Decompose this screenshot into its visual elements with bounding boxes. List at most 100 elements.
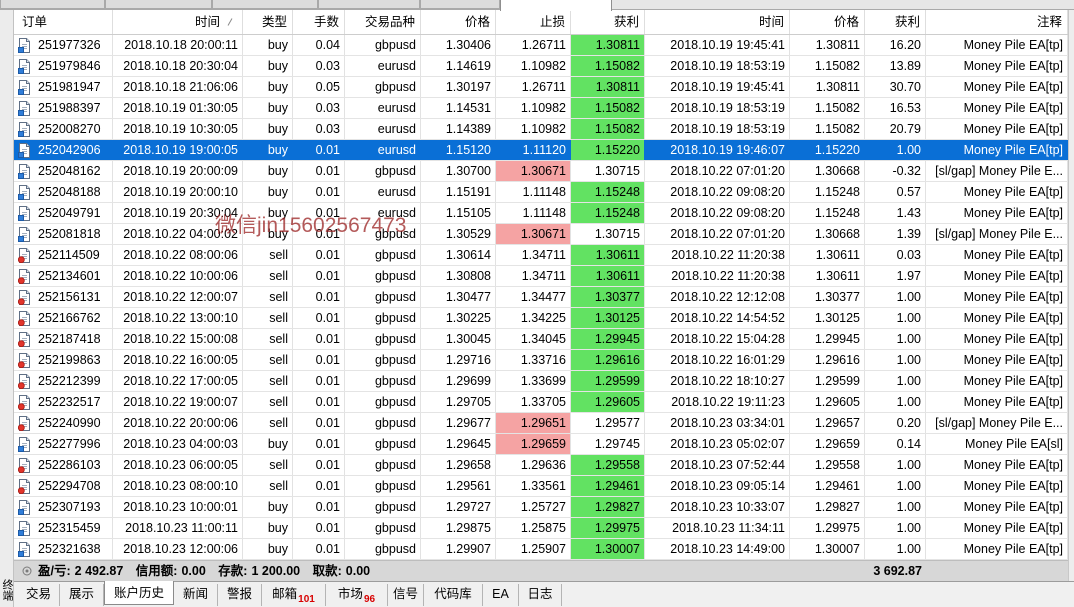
market-count-badge: 96 [363,594,376,605]
history-row[interactable]: 252114509 2018.10.22 08:00:06 sell 0.01 gbpu… [14,245,1068,266]
open-price-cell: 1.29875 [421,518,496,538]
column-header-symbol[interactable]: 交易品种 [345,10,421,34]
order-type-cell: sell [243,329,293,349]
profit-cell: 0.03 [865,245,926,265]
column-header-comment[interactable]: 注释 [926,10,1068,34]
chart-tab[interactable] [0,0,105,9]
tab-exposure[interactable]: 展示 [60,584,104,606]
close-time-cell: 2018.10.22 16:01:29 [645,350,790,370]
profit-cell: 1.00 [865,140,926,160]
chart-tab[interactable] [318,0,420,9]
history-row[interactable]: 252049791 2018.10.19 20:30:04 buy 0.01 eurus… [14,203,1068,224]
order-type-cell: sell [243,287,293,307]
tab-mailbox[interactable]: 邮箱101 [262,584,326,606]
column-header-close-time[interactable]: 时间 [645,10,790,34]
stop-loss-cell: 1.29651 [496,413,571,433]
history-row[interactable]: 251979846 2018.10.18 20:30:04 buy 0.03 eurus… [14,56,1068,77]
history-row[interactable]: 252294708 2018.10.23 08:00:10 sell 0.01 gbpu… [14,476,1068,497]
history-row[interactable]: 252048188 2018.10.19 20:00:10 buy 0.01 eurus… [14,182,1068,203]
history-row[interactable]: 252008270 2018.10.19 10:30:05 buy 0.03 eurus… [14,119,1068,140]
history-row[interactable]: 252212399 2018.10.22 17:00:05 sell 0.01 gbpu… [14,371,1068,392]
chart-tab[interactable] [420,0,500,9]
order-number: 252315459 [38,521,101,535]
order-number-cell: 251977326 [14,35,113,55]
history-row[interactable]: 251981947 2018.10.18 21:06:06 buy 0.05 gbpus… [14,77,1068,98]
history-row[interactable]: 252199863 2018.10.22 16:00:05 sell 0.01 gbpu… [14,350,1068,371]
stop-loss-cell: 1.29636 [496,455,571,475]
column-header-profit[interactable]: 获利 [865,10,926,34]
order-number-cell: 252048188 [14,182,113,202]
lots-cell: 0.03 [293,56,345,76]
history-row[interactable]: 252187418 2018.10.22 15:00:08 sell 0.01 gbpu… [14,329,1068,350]
history-row[interactable]: 252156131 2018.10.22 12:00:07 sell 0.01 gbpu… [14,287,1068,308]
order-type-cell: buy [243,161,293,181]
history-row[interactable]: 252166762 2018.10.22 13:00:10 sell 0.01 gbpu… [14,308,1068,329]
order-number: 252008270 [38,122,101,136]
column-header-type[interactable]: 类型 [243,10,293,34]
tab-account-history[interactable]: 账户历史 [104,581,174,605]
close-time-cell: 2018.10.19 19:45:41 [645,77,790,97]
column-header-stop-loss[interactable]: 止损 [496,10,571,34]
take-profit-cell: 1.30811 [571,77,645,97]
history-row[interactable]: 252042906 2018.10.19 19:00:05 buy 0.01 eurus… [14,140,1068,161]
history-row[interactable]: 251977326 2018.10.18 20:00:11 buy 0.04 gbpus… [14,35,1068,56]
tab-market[interactable]: 市场96 [326,584,388,606]
history-row[interactable]: 252134601 2018.10.22 10:00:06 sell 0.01 gbpu… [14,266,1068,287]
lots-cell: 0.01 [293,203,345,223]
buy-order-icon [18,499,31,515]
open-price-cell: 1.30225 [421,308,496,328]
order-number-cell: 252286103 [14,455,113,475]
account-history-table: 订单 时间 类型 手数 交易品种 价格 止损 获利 时间 价格 获利 注释 25… [14,10,1068,581]
open-time-cell: 2018.10.23 10:00:01 [113,497,243,517]
chart-tab[interactable] [212,0,318,9]
history-row[interactable]: 252048162 2018.10.19 20:00:09 buy 0.01 gbpus… [14,161,1068,182]
tab-experts[interactable]: EA [483,584,519,606]
summary-row[interactable]: 盈/亏: 2 492.87 信用额: 0.00 存款: 1 200.00 取款: 0.0… [14,560,1068,581]
tab-news[interactable]: 新闻 [174,584,218,606]
history-row[interactable]: 252321638 2018.10.23 12:00:06 buy 0.01 gbpus… [14,539,1068,560]
close-time-cell: 2018.10.22 09:08:20 [645,203,790,223]
take-profit-cell: 1.29616 [571,350,645,370]
close-price-cell: 1.29975 [790,518,865,538]
column-header-lots[interactable]: 手数 [293,10,345,34]
tab-journal[interactable]: 日志 [519,584,562,606]
tab-signals[interactable]: 信号 [388,584,424,606]
history-row[interactable]: 252232517 2018.10.22 19:00:07 sell 0.01 gbpu… [14,392,1068,413]
history-row[interactable]: 251988397 2018.10.19 01:30:05 buy 0.03 eurus… [14,98,1068,119]
mt4-terminal-window: 终端 订单 时间 类型 手数 交易品种 价格 止损 获利 时间 价格 获利 注释… [0,0,1074,607]
history-row[interactable]: 252315459 2018.10.23 11:00:11 buy 0.01 gbpus… [14,518,1068,539]
history-row[interactable]: 252277996 2018.10.23 04:00:03 buy 0.01 gbpus… [14,434,1068,455]
symbol-cell: gbpusd [345,518,421,538]
column-header-open-time[interactable]: 时间 [113,10,243,34]
close-time-cell: 2018.10.22 14:54:52 [645,308,790,328]
open-time-cell: 2018.10.22 12:00:07 [113,287,243,307]
order-type-cell: buy [243,77,293,97]
open-price-cell: 1.15105 [421,203,496,223]
history-row[interactable]: 252081818 2018.10.22 04:00:02 buy 0.01 gbpus… [14,224,1068,245]
close-time-cell: 2018.10.23 03:34:01 [645,413,790,433]
symbol-cell: gbpusd [345,224,421,244]
take-profit-cell: 1.15248 [571,203,645,223]
stop-loss-cell: 1.29659 [496,434,571,454]
close-time-cell: 2018.10.23 09:05:14 [645,476,790,496]
symbol-cell: gbpusd [345,539,421,559]
column-header-order[interactable]: 订单 [14,10,113,34]
tab-code-base[interactable]: 代码库 [424,584,483,606]
column-header-open-price[interactable]: 价格 [421,10,496,34]
order-number-cell: 252156131 [14,287,113,307]
history-row[interactable]: 252286103 2018.10.23 06:00:05 sell 0.01 gbpu… [14,455,1068,476]
tab-alerts[interactable]: 警报 [218,584,262,606]
history-row[interactable]: 252240990 2018.10.22 20:00:06 sell 0.01 gbpu… [14,413,1068,434]
chart-tab-active[interactable] [500,0,612,11]
chart-tab[interactable] [105,0,212,9]
close-time-cell: 2018.10.22 07:01:20 [645,224,790,244]
open-time-cell: 2018.10.18 21:06:06 [113,77,243,97]
order-number: 252049791 [38,206,101,220]
column-header-close-price[interactable]: 价格 [790,10,865,34]
summary-withdrawal-label: 取款: [312,564,342,578]
column-header-take-profit[interactable]: 获利 [571,10,645,34]
history-row[interactable]: 252307193 2018.10.23 10:00:01 buy 0.01 gbpus… [14,497,1068,518]
lots-cell: 0.01 [293,518,345,538]
lots-cell: 0.01 [293,476,345,496]
tab-trade[interactable]: 交易 [18,584,60,606]
